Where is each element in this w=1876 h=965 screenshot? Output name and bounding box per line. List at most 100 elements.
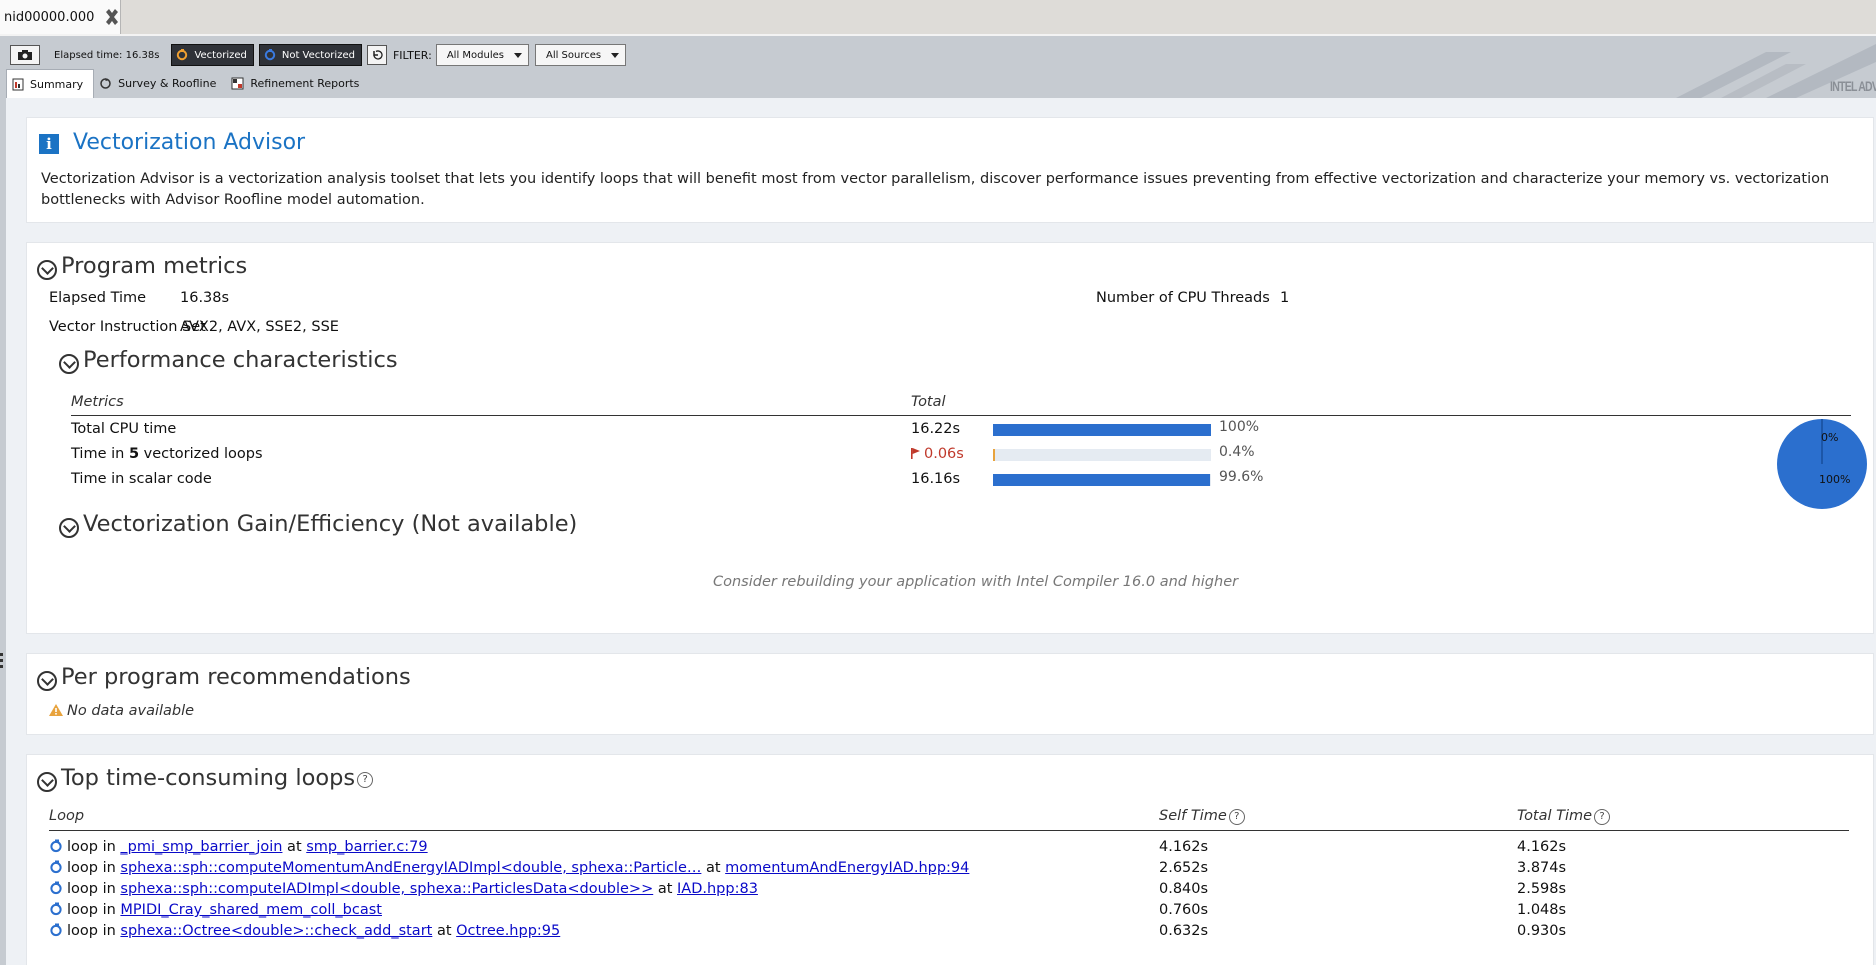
pie-label-vectorized: 0% [1821,431,1839,444]
loop-prefix: loop in [67,902,121,918]
gain-note: Consider rebuilding your application wit… [713,574,1239,590]
filter-label: FILTER: [392,48,432,62]
cpu-threads-value: 1 [1280,290,1290,306]
survey-icon [99,77,112,90]
recommendations-title: Per program recommendations [61,664,411,690]
tab-survey-roofline-label: Survey & Roofline [118,77,217,90]
collapse-chevron-icon[interactable] [37,671,57,691]
loop-function-link[interactable]: sphexa::sph::computeIADImpl<double, sphe… [120,881,653,897]
scalar-loop-icon [49,860,63,874]
page-title: Vectorization Advisor [73,130,306,155]
collapse-chevron-icon[interactable] [37,260,57,280]
scalar-loop-icon [49,902,63,916]
dropdown-arrow-icon [513,52,522,58]
view-tabs: Summary Survey & Roofline Refinement Rep… [6,69,369,98]
tab-refinement-reports-label: Refinement Reports [250,77,360,90]
performance-characteristics-title: Performance characteristics [83,347,398,373]
metric-row-percent: 99.6% [1219,469,1264,485]
metric-label-text: Time in [71,446,129,462]
top-loops-title: Top time-consuming loops? [61,765,374,791]
info-icon: i [39,134,59,154]
brand-text: INTEL ADV [1829,78,1876,94]
metric-row-label: Time in scalar code [71,471,212,487]
splitter-grip-icon[interactable] [0,653,4,671]
help-icon[interactable]: ? [357,772,374,788]
metric-row-percent: 100% [1219,419,1260,435]
dropdown-arrow-icon [611,52,620,58]
collapse-chevron-icon[interactable] [59,354,79,374]
sources-dropdown-value: All Sources [545,49,602,61]
metric-label-count: 5 [128,446,140,462]
loop-total-time: 4.162s [1517,839,1567,855]
metric-bar [993,474,1211,486]
self-time-column-header[interactable]: Self Time? [1159,808,1245,825]
collapse-chevron-icon[interactable] [37,772,57,792]
loop-source-link[interactable]: IAD.hpp:83 [677,881,758,897]
vectorized-loop-icon [176,49,188,61]
loop-source-link[interactable]: Octree.hpp:95 [456,923,560,939]
document-tab-label: nid00000.000 [4,9,95,25]
loop-total-time: 2.598s [1517,881,1567,897]
metric-bar-fill [993,424,1211,436]
loop-at-text: at [282,839,307,855]
not-vectorized-filter-button[interactable]: Not Vectorized [258,44,362,66]
help-icon[interactable]: ? [1594,809,1611,825]
warning-icon [49,703,67,719]
table-row[interactable]: loop in _pmi_smp_barrier_join at smp_bar… [49,839,428,855]
refinement-icon [231,77,244,90]
loop-total-time: 3.874s [1517,860,1567,876]
table-row[interactable]: loop in sphexa::sph::computeMomentumAndE… [49,860,969,876]
not-vectorized-label: Not Vectorized [281,49,355,61]
loop-at-text: at [432,923,457,939]
metric-label-text: vectorized loops [139,446,263,462]
tab-summary-label: Summary [30,77,84,91]
refresh-filter-button[interactable] [366,45,387,65]
metric-bar-fill [993,474,1211,486]
loop-source-link[interactable]: momentumAndEnergyIAD.hpp:94 [725,860,969,876]
metric-bar-fill [993,449,995,461]
close-icon[interactable] [104,9,120,25]
metrics-header-rule [71,415,1851,416]
total-time-column-header[interactable]: Total Time? [1517,808,1611,825]
loop-total-time: 1.048s [1517,902,1567,918]
loop-prefix: loop in [67,881,121,897]
collapse-chevron-icon[interactable] [59,518,79,538]
loop-function-link[interactable]: MPIDI_Cray_shared_mem_coll_bcast [120,902,382,918]
tab-survey-roofline[interactable]: Survey & Roofline [94,69,226,98]
metrics-column-header: Metrics [71,394,124,410]
loop-prefix: loop in [67,860,121,876]
pie-label-scalar: 100% [1819,473,1851,486]
loop-self-time: 0.632s [1159,923,1209,939]
scalar-loop-icon [49,923,63,937]
metric-row-value: 16.16s [911,471,961,487]
loop-function-link[interactable]: sphexa::sph::computeMomentumAndEnergyIAD… [120,860,701,876]
brand-logo: INTEL ADV [1616,44,1876,98]
tab-refinement-reports[interactable]: Refinement Reports [226,69,369,98]
self-time-header-text: Self Time [1159,808,1227,824]
table-row[interactable]: loop in MPIDI_Cray_shared_mem_coll_bcast [49,902,382,918]
modules-dropdown[interactable]: All Modules [435,44,529,66]
sources-dropdown[interactable]: All Sources [534,44,627,66]
table-row[interactable]: loop in sphexa::Octree<double>::check_ad… [49,923,560,939]
metric-row-value: 0.06s [911,446,964,462]
tab-summary[interactable]: Summary [6,69,95,98]
loop-total-time: 0.930s [1517,923,1567,939]
metric-bar [993,449,1211,461]
document-tab-bar: nid00000.000 [0,0,1876,36]
document-tab[interactable]: nid00000.000 [0,0,121,34]
elapsed-time-label: Elapsed Time [49,290,147,306]
camera-snapshot-button[interactable] [10,45,40,65]
scalar-loop-icon [264,49,276,61]
table-row[interactable]: loop in sphexa::sph::computeIADImpl<doub… [49,881,758,897]
help-icon[interactable]: ? [1228,809,1245,825]
toolbar: Elapsed time: 16.38s Vectorized Not Vect… [0,36,1876,98]
camera-icon [17,46,33,65]
loop-source-link[interactable]: smp_barrier.c:79 [306,839,427,855]
metric-row-percent: 0.4% [1219,444,1255,460]
vectorized-filter-button[interactable]: Vectorized [171,44,254,66]
loop-function-link[interactable]: sphexa::Octree<double>::check_add_start [120,923,432,939]
elapsed-time-text: Elapsed time: 16.38s [54,49,160,61]
recommendations-card: Per program recommendations No data avai… [26,653,1874,735]
header-card: i Vectorization Advisor Vectorization Ad… [26,117,1874,223]
loop-function-link[interactable]: _pmi_smp_barrier_join [120,839,282,855]
